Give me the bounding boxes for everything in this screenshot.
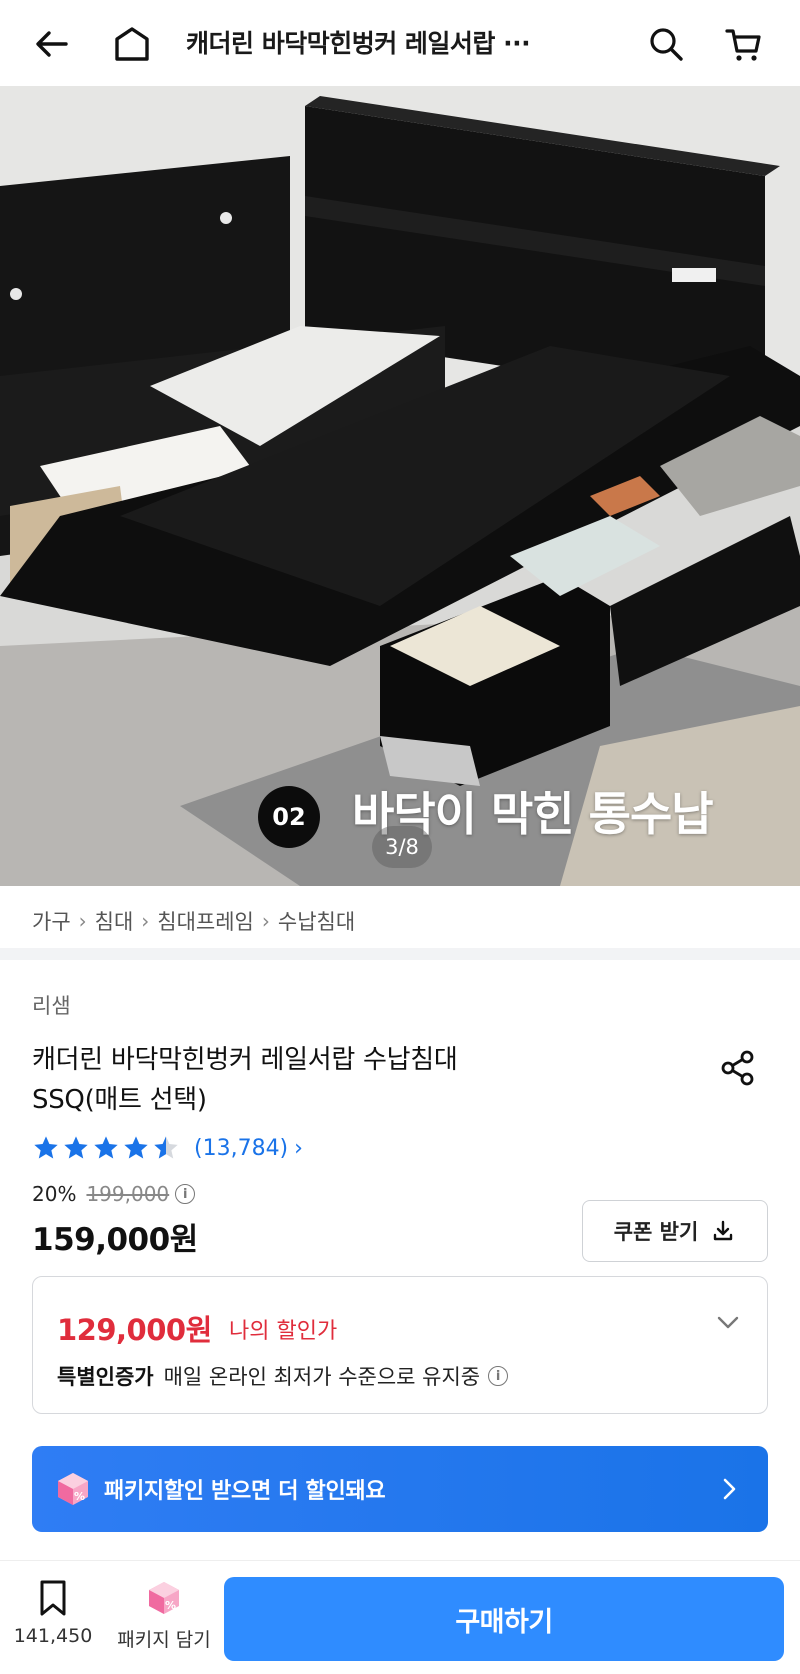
brand-name[interactable]: 리샘 [32,990,71,1020]
breadcrumb-item[interactable]: 침대 [95,906,134,936]
cart-button[interactable] [716,16,772,72]
package-icon: % [58,1473,88,1505]
info-icon[interactable]: i [488,1366,509,1386]
search-button[interactable] [638,16,694,72]
certified-price-row: 특별인증가 매일 온라인 최저가 수준으로 유지중 i [57,1361,509,1391]
certified-price-text: 매일 온라인 최저가 수준으로 유지중 [163,1365,481,1389]
rating-row[interactable]: (13,784) › [32,1134,303,1162]
review-count[interactable]: (13,784) [194,1136,288,1161]
package-banner-text: 패키지할인 받으면 더 할인돼요 [104,1479,386,1504]
sale-price: 159,000원 [32,1222,198,1258]
star-full-icon [124,1136,148,1159]
home-icon [115,27,149,61]
svg-text:%: % [165,1599,176,1612]
my-discount-label: 나의 할인가 [229,1319,338,1344]
info-icon[interactable]: i [175,1184,196,1204]
coupon-button[interactable]: 쿠폰 받기 [582,1200,768,1262]
my-discount-price: 129,000원 [57,1313,212,1347]
product-photo [0,86,800,886]
package-add-label: 패키지 담기 [117,1629,211,1651]
product-title-line1: 캐더린 바닥막힌벙커 레일서랍 수납침대 [32,1045,458,1075]
arrow-left-icon [36,31,68,57]
package-icon: % [149,1582,179,1614]
chevron-right-icon: › [294,1135,303,1161]
original-price: 199,000 [86,1182,170,1206]
star-full-icon [34,1136,58,1159]
search-icon [650,28,683,61]
product-image-carousel[interactable]: 02 바닥이 막힌 통수납 3/8 [0,86,800,886]
download-icon [714,1220,733,1241]
share-icon [721,1050,754,1086]
breadcrumb: 가구 › 침대 › 침대프레임 › 수납침대 [32,906,355,936]
svg-text:%: % [74,1490,85,1503]
discount-row: 20% 199,000 i [32,1182,196,1206]
top-app-bar: 캐더린 바닥막힌벙커 레일서랍 ··· [0,0,800,86]
discount-percent: 20% [32,1182,77,1206]
image-counter: 3/8 [372,826,432,868]
back-button[interactable] [24,16,80,72]
share-button[interactable] [716,1046,760,1090]
coupon-label: 쿠폰 받기 [613,1220,699,1244]
wishlist-count: 141,450 [13,1625,93,1647]
my-discount-panel[interactable]: 129,000원 나의 할인가 특별인증가 매일 온라인 최저가 수준으로 유지… [32,1276,768,1414]
cart-icon [725,29,761,61]
certified-price-label: 특별인증가 [57,1365,154,1389]
chevron-right-icon: › [141,909,150,933]
chevron-right-icon [723,1478,736,1500]
star-half-icon [154,1136,178,1159]
caption-badge: 02 [258,786,320,848]
product-title-line2: SSQ(매트 선택) [32,1085,207,1115]
star-full-icon [64,1136,88,1159]
product-title: 캐더린 바닥막힌벙커 레일서랍 수납침대 SSQ(매트 선택) [32,1040,652,1120]
breadcrumb-item[interactable]: 수납침대 [278,906,355,936]
wishlist-button[interactable]: 141,450 [13,1579,93,1647]
bookmark-icon [40,1580,66,1616]
section-divider [0,948,800,960]
star-full-icon [94,1136,118,1159]
bottom-action-bar: 141,450 % 패키지 담기 구매하기 [0,1560,800,1674]
breadcrumb-item[interactable]: 가구 [32,906,71,936]
home-button[interactable] [104,16,160,72]
breadcrumb-item[interactable]: 침대프레임 [157,906,254,936]
package-discount-banner[interactable]: % 패키지할인 받으면 더 할인돼요 [32,1446,768,1532]
page-title: 캐더린 바닥막힌벙커 레일서랍 ··· [186,29,531,58]
buy-button[interactable]: 구매하기 [224,1577,784,1661]
chevron-down-icon[interactable] [713,1307,743,1337]
package-add-button[interactable]: % 패키지 담기 [114,1579,214,1652]
star-rating [32,1134,182,1162]
chevron-right-icon: › [261,909,270,933]
chevron-right-icon: › [78,909,87,933]
